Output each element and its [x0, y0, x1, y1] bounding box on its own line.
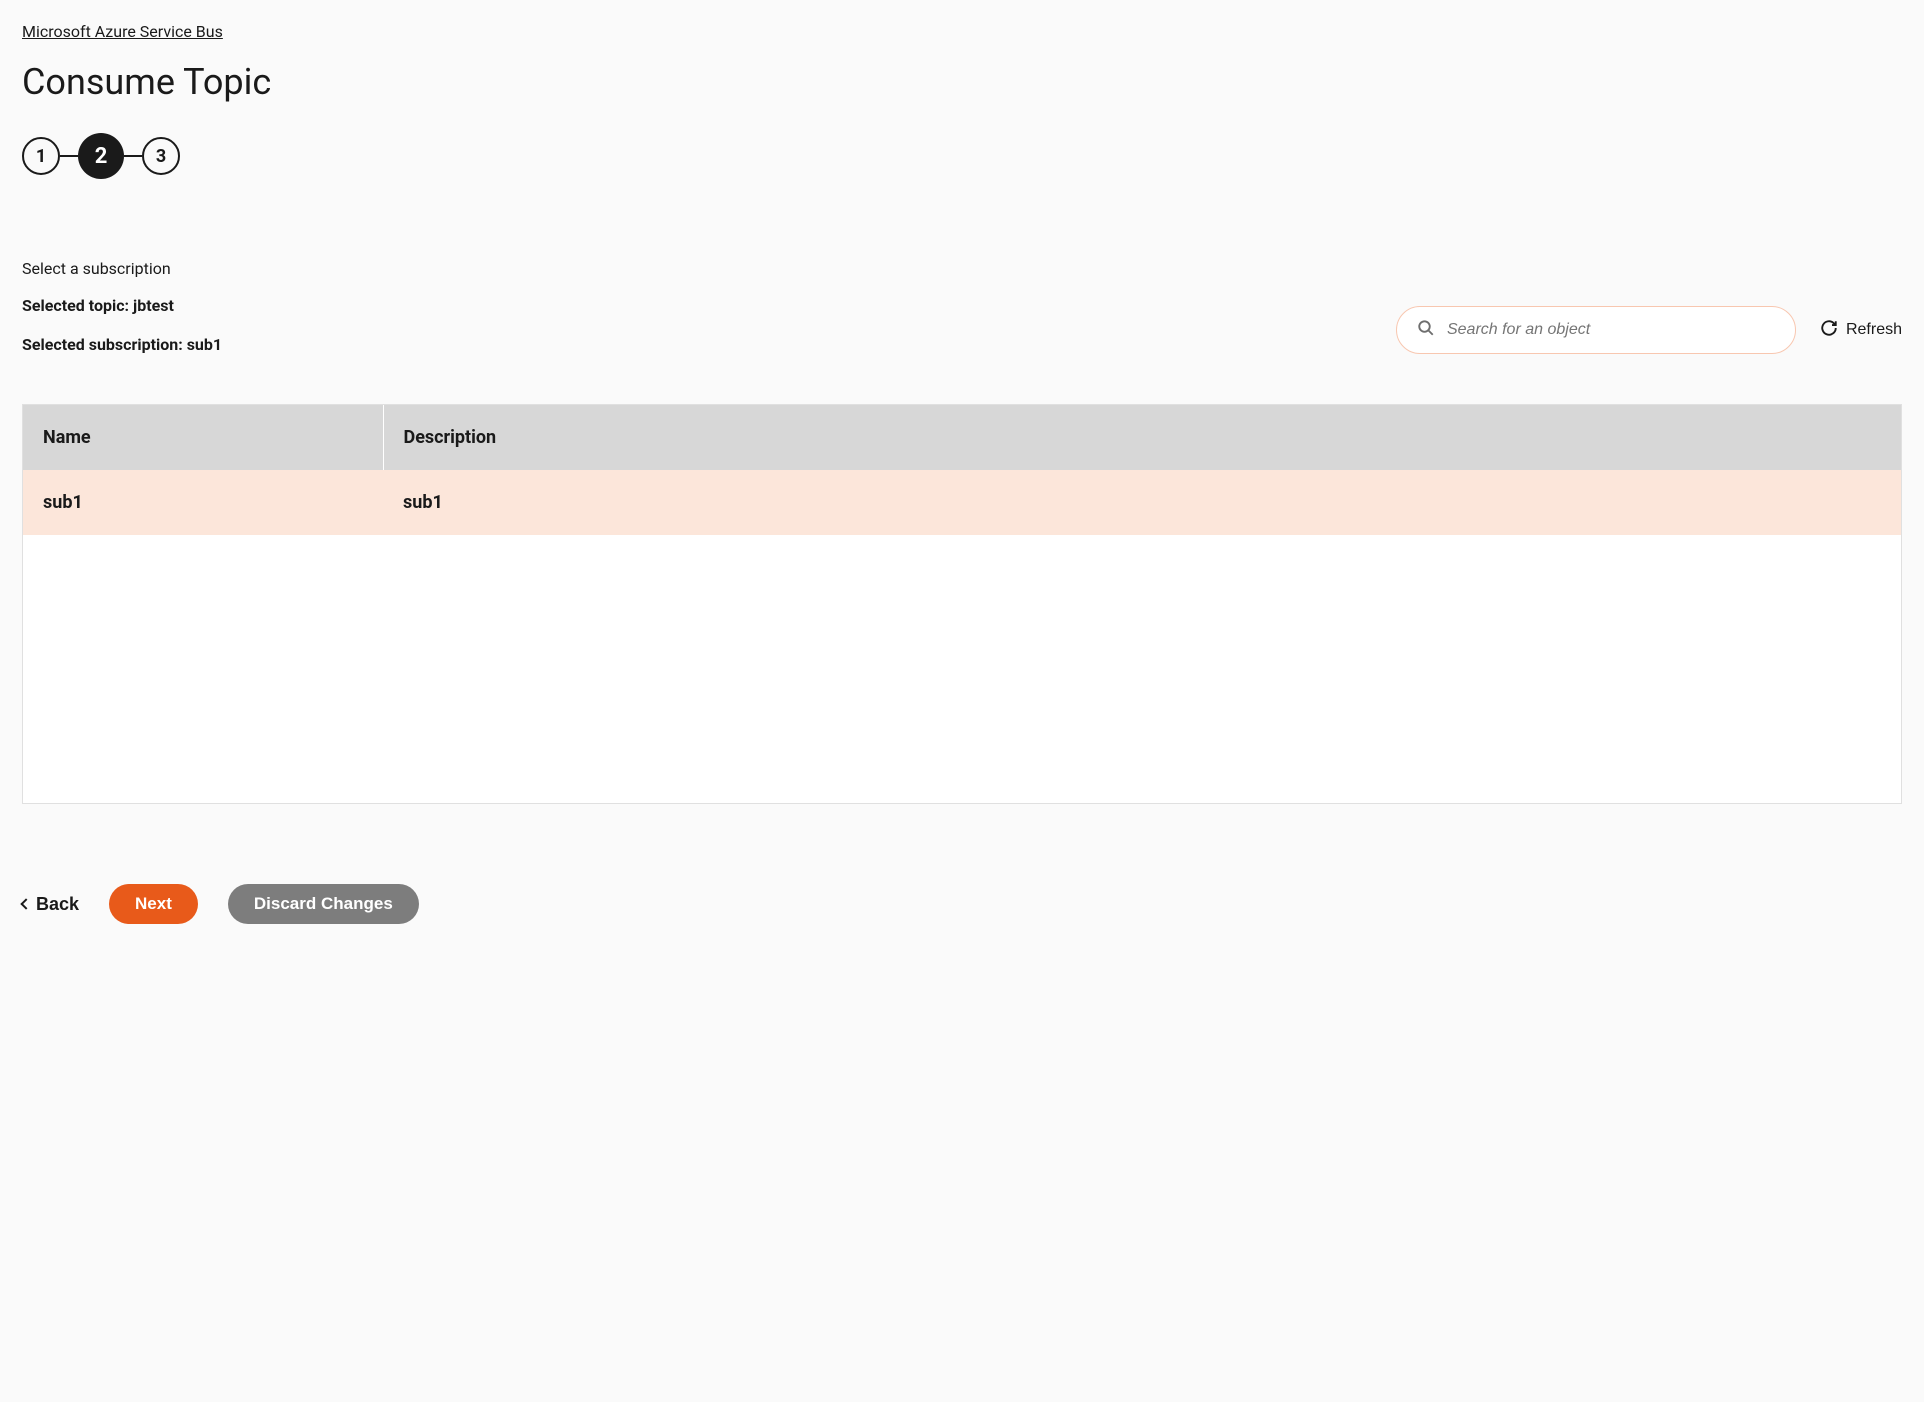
table-row[interactable]: sub1 sub1: [23, 470, 1901, 535]
table-header-row: Name Description: [23, 405, 1901, 470]
step-3[interactable]: 3: [142, 137, 180, 175]
instruction-text: Select a subscription: [22, 259, 1902, 278]
next-button[interactable]: Next: [109, 884, 198, 924]
subscription-table: Name Description sub1 sub1: [23, 405, 1901, 535]
page-title: Consume Topic: [22, 61, 1902, 103]
footer-buttons: Back Next Discard Changes: [22, 884, 1902, 924]
cell-name: sub1: [23, 470, 383, 535]
step-1[interactable]: 1: [22, 137, 60, 175]
breadcrumb[interactable]: Microsoft Azure Service Bus: [22, 22, 223, 41]
refresh-button[interactable]: Refresh: [1820, 319, 1902, 342]
back-button[interactable]: Back: [22, 894, 79, 915]
subscription-table-container: Name Description sub1 sub1: [22, 404, 1902, 804]
search-input-wrapper[interactable]: [1396, 306, 1796, 354]
step-connector: [60, 155, 78, 157]
selected-topic-label: Selected topic: jbtest: [22, 296, 222, 315]
step-2[interactable]: 2: [78, 133, 124, 179]
step-connector: [124, 155, 142, 157]
discard-button[interactable]: Discard Changes: [228, 884, 419, 924]
refresh-label: Refresh: [1846, 321, 1902, 339]
stepper: 1 2 3: [22, 133, 1902, 179]
column-header-description[interactable]: Description: [383, 405, 1901, 470]
cell-description: sub1: [383, 470, 1901, 535]
refresh-icon: [1820, 319, 1838, 342]
chevron-left-icon: [20, 898, 31, 909]
search-icon: [1417, 319, 1435, 341]
column-header-name[interactable]: Name: [23, 405, 383, 470]
back-label: Back: [36, 894, 79, 915]
search-input[interactable]: [1447, 321, 1775, 339]
selected-subscription-label: Selected subscription: sub1: [22, 335, 222, 354]
